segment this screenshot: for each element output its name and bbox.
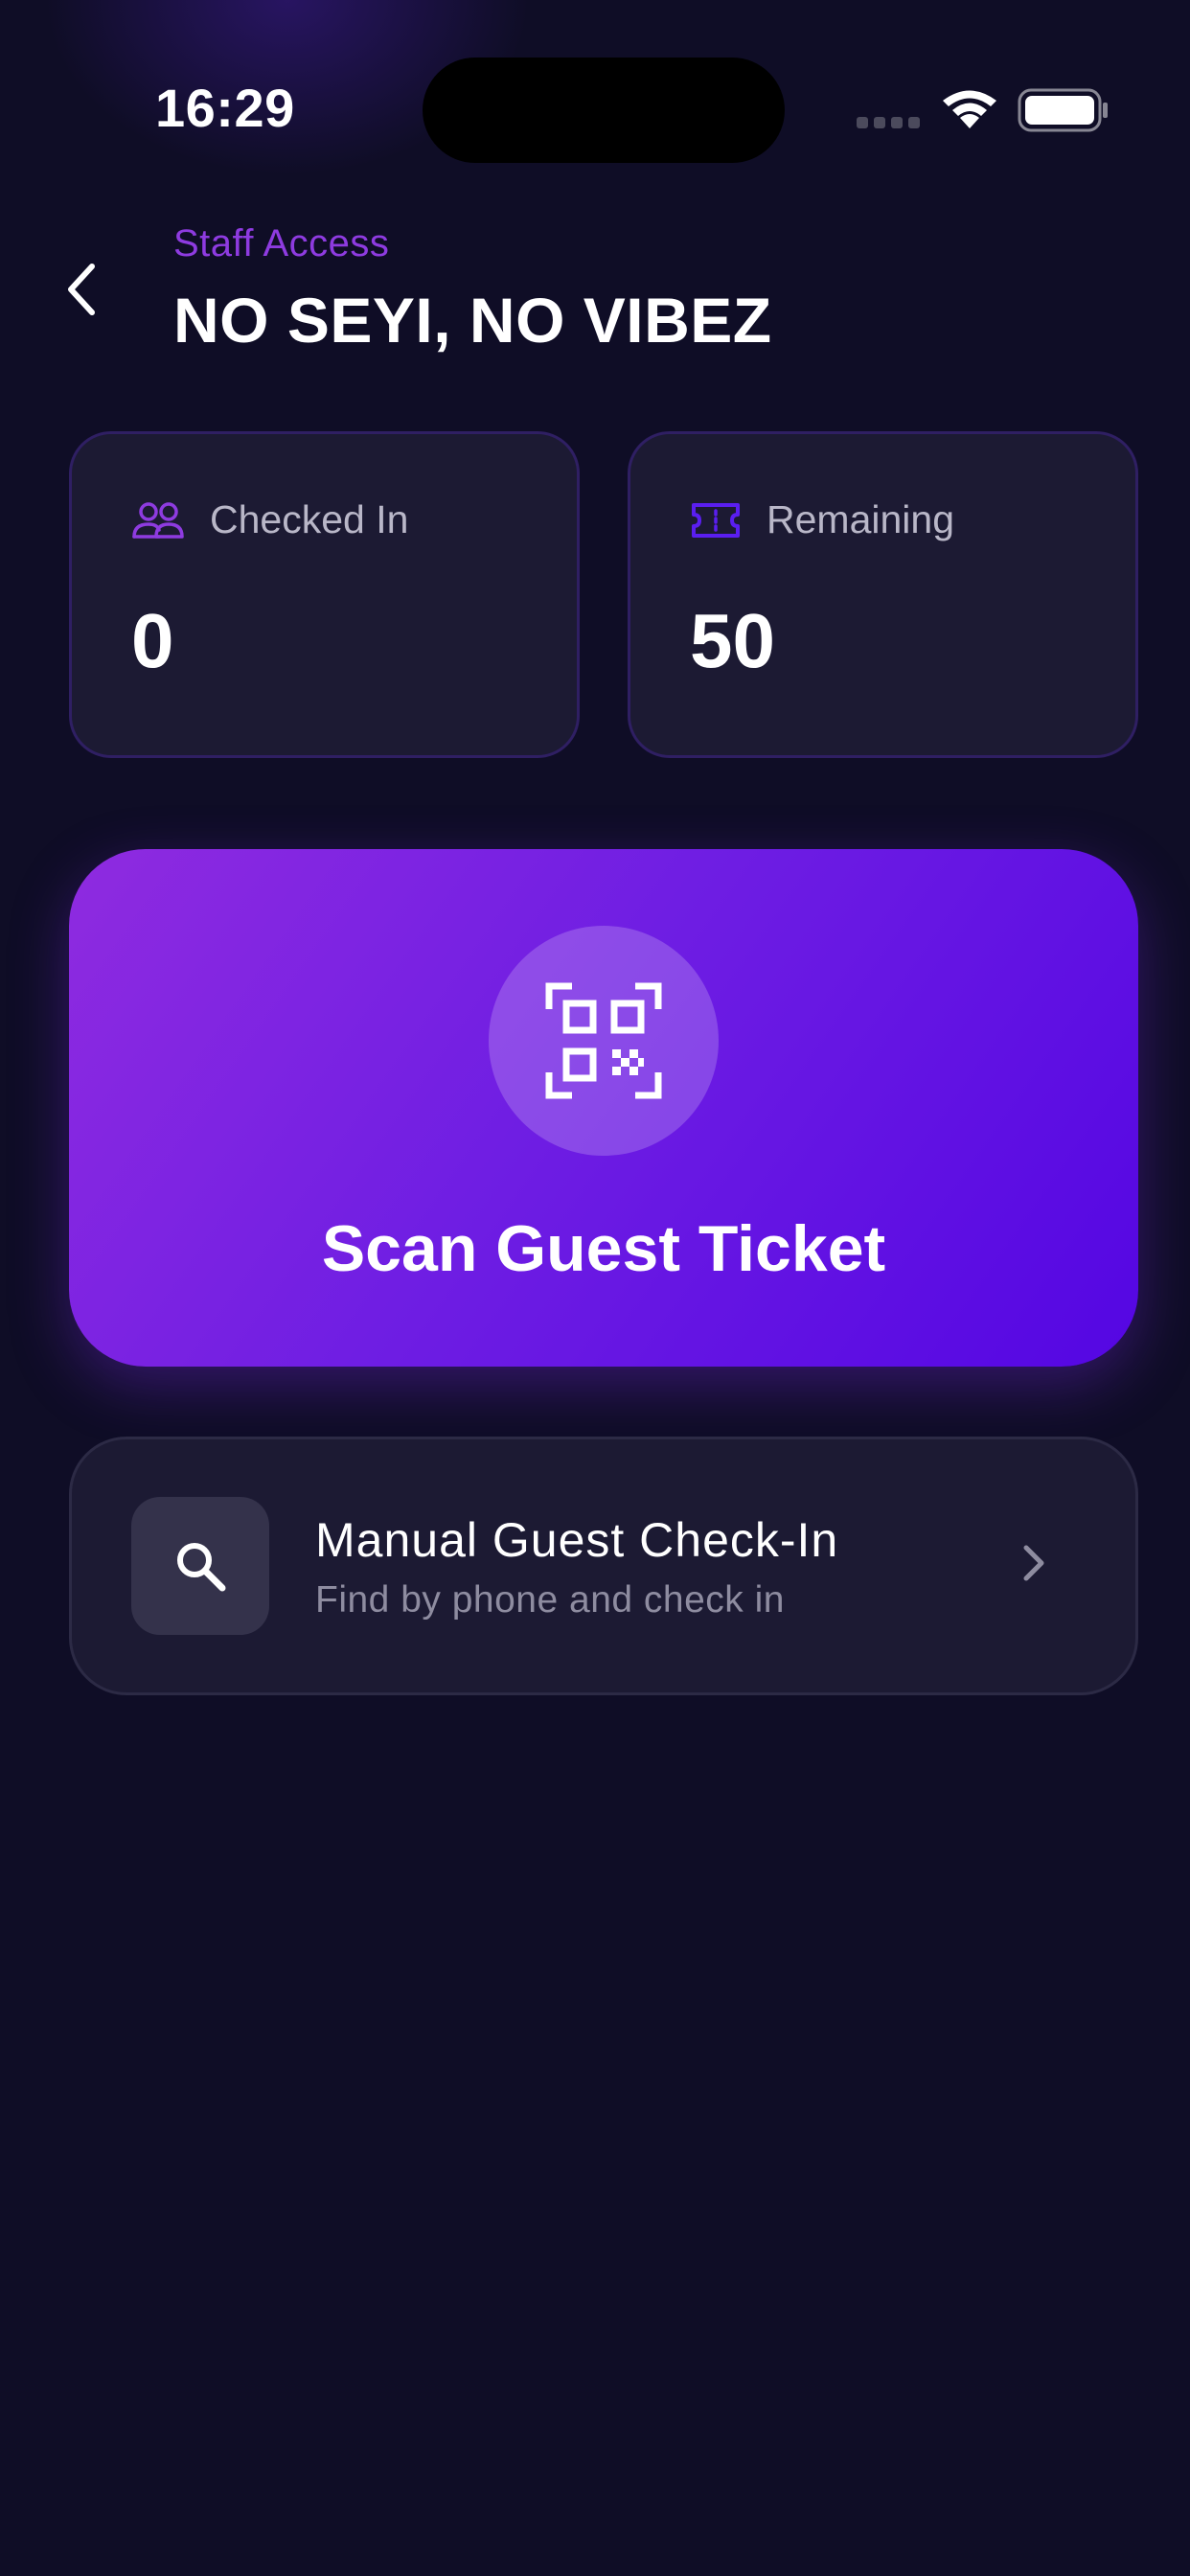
qr-icon-circle [489, 926, 719, 1156]
staff-access-screen: 16:29 Staff Access NO SEYI, NO VIBEZ Che… [0, 0, 1190, 2576]
remaining-label: Remaining [767, 497, 954, 541]
search-icon-box [131, 1497, 269, 1635]
battery-icon [1018, 88, 1108, 132]
remaining-card: Remaining 50 [628, 431, 1138, 758]
scan-label: Scan Guest Ticket [321, 1212, 886, 1285]
search-icon [177, 1543, 226, 1592]
remaining-label-row: Remaining [690, 497, 954, 542]
manual-check-in-button[interactable]: Manual Guest Check-In Find by phone and … [69, 1437, 1138, 1695]
dynamic-island [423, 58, 785, 163]
remaining-value: 50 [690, 598, 775, 683]
checked-in-label: Checked In [210, 497, 409, 541]
people-icon [132, 501, 184, 539]
chevron-right-icon [1023, 1545, 1044, 1581]
chevron-left-icon [68, 264, 95, 315]
checked-in-card: Checked In 0 [69, 431, 580, 758]
manual-check-in-title: Manual Guest Check-In [315, 1513, 839, 1567]
qr-code-icon [545, 982, 662, 1099]
status-time: 16:29 [155, 78, 295, 138]
manual-check-in-subtitle: Find by phone and check in [315, 1579, 785, 1621]
ticket-icon [692, 502, 740, 538]
wifi-icon [943, 90, 996, 128]
scan-guest-ticket-button[interactable]: Scan Guest Ticket [69, 849, 1138, 1367]
back-button[interactable] [48, 251, 115, 328]
checked-in-value: 0 [131, 598, 174, 683]
header-subtitle: Staff Access [173, 222, 390, 264]
event-title: NO SEYI, NO VIBEZ [173, 285, 772, 356]
checked-in-label-row: Checked In [131, 497, 408, 542]
cellular-signal-icon [857, 117, 920, 128]
